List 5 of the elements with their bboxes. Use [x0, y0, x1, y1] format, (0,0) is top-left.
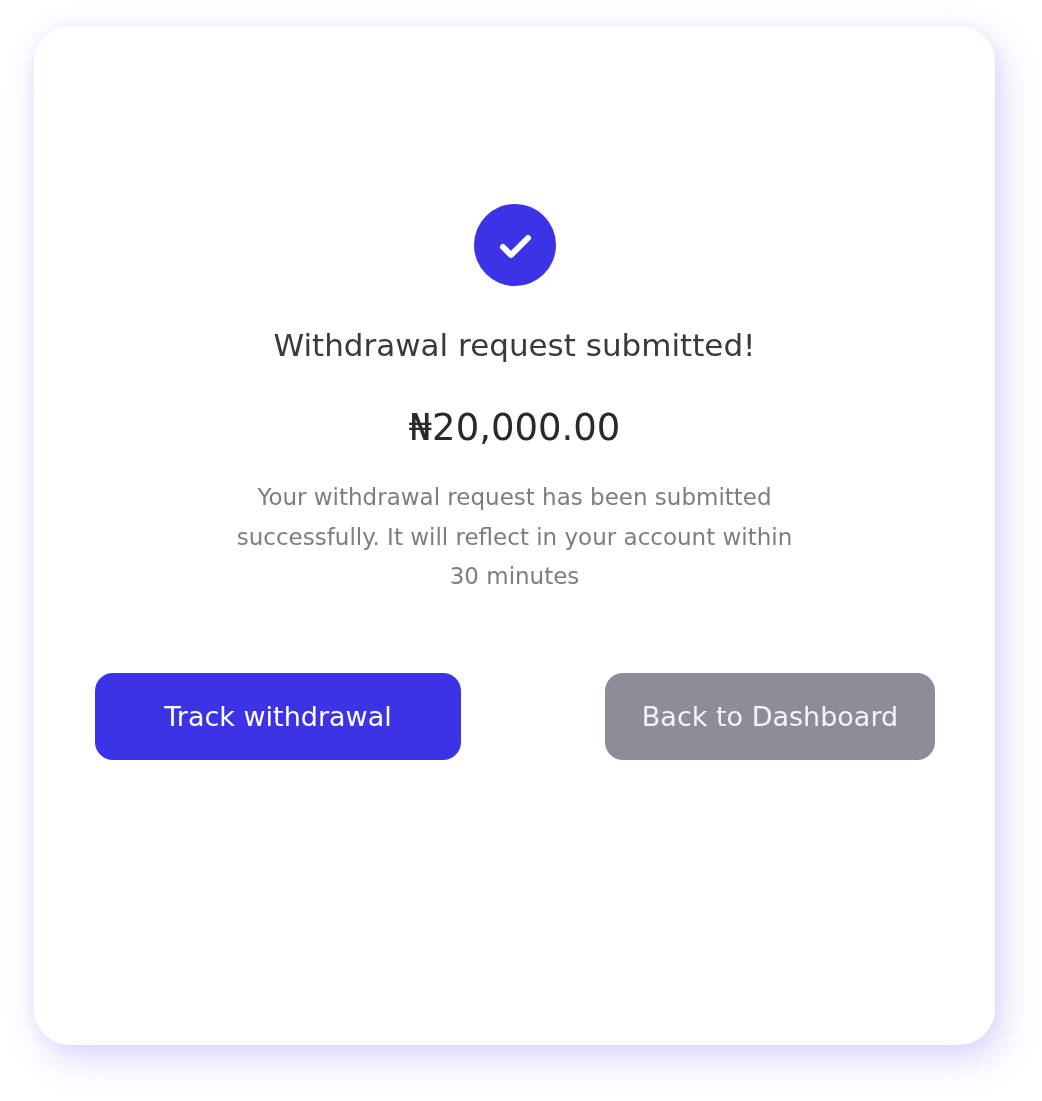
success-title: Withdrawal request submitted! — [273, 327, 756, 363]
track-withdrawal-button[interactable]: Track withdrawal — [95, 672, 461, 760]
check-circle-icon — [473, 204, 556, 286]
message-text: Your withdrawal request has been submitted successfully. It will reflect in your account within 30 minutes — [235, 483, 794, 591]
amount-text: ₦20,000.00 — [408, 406, 621, 450]
